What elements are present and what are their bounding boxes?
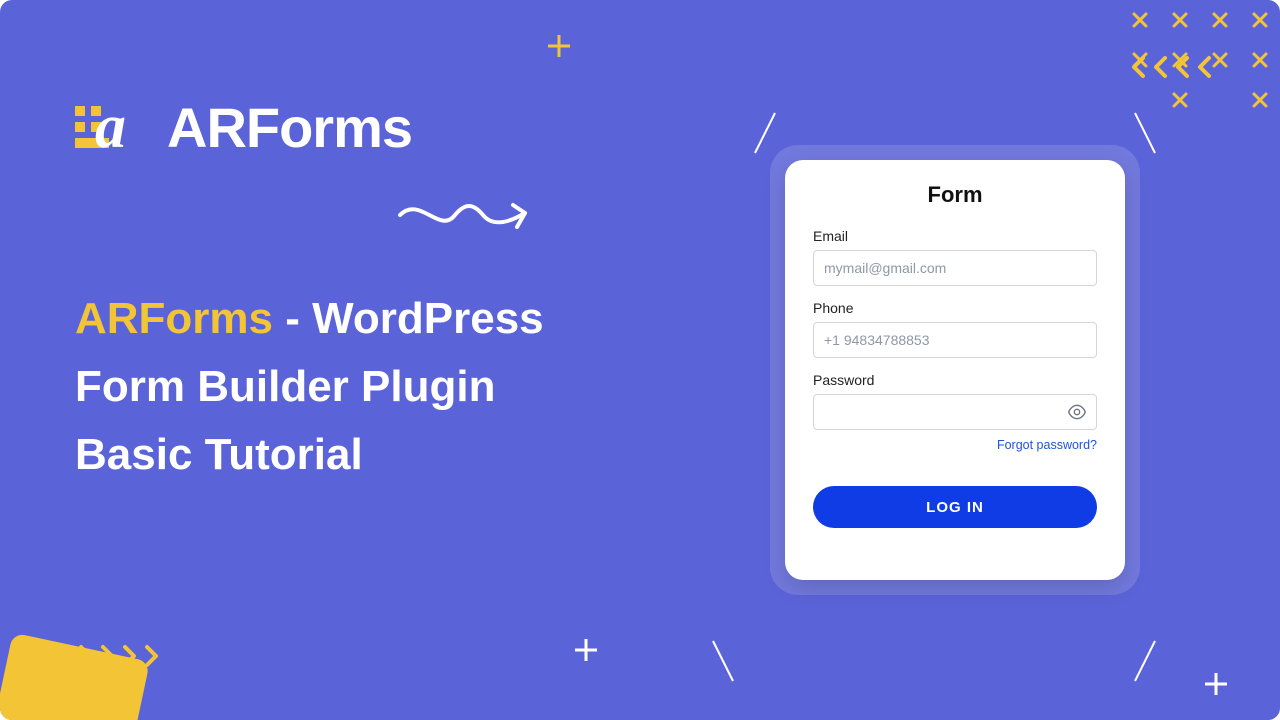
thumbnail-canvas: a ARForms ARForms - WordPress Form Build… bbox=[0, 0, 1280, 720]
email-field[interactable] bbox=[813, 250, 1097, 286]
plus-icon bbox=[545, 32, 573, 60]
forgot-password-link[interactable]: Forgot password? bbox=[997, 438, 1097, 452]
eye-icon bbox=[1067, 402, 1087, 422]
toggle-password-button[interactable] bbox=[1065, 400, 1089, 424]
password-group: Password Forgot password? bbox=[813, 372, 1097, 454]
plus-icon bbox=[572, 636, 600, 664]
heading-line2: Form Builder Plugin bbox=[75, 362, 495, 411]
brand-name: ARForms bbox=[167, 95, 412, 160]
heading-line3: Basic Tutorial bbox=[75, 430, 363, 479]
heading-line1-rest: WordPress bbox=[312, 294, 544, 343]
chevrons-left-icon bbox=[1129, 55, 1215, 79]
slash-icon bbox=[1130, 108, 1160, 158]
phone-group: Phone bbox=[813, 300, 1097, 358]
slash-icon bbox=[1130, 636, 1160, 686]
phone-field[interactable] bbox=[813, 322, 1097, 358]
email-group: Email bbox=[813, 228, 1097, 286]
slash-icon bbox=[750, 108, 780, 158]
plus-icon bbox=[1202, 670, 1230, 698]
form-title: Form bbox=[813, 182, 1097, 208]
arrow-icon bbox=[395, 195, 555, 245]
form-card: Form Email Phone Password Forgot passwor… bbox=[785, 160, 1125, 580]
brand-logo: a ARForms bbox=[75, 95, 412, 160]
phone-label: Phone bbox=[813, 300, 1097, 316]
heading-dash: - bbox=[273, 294, 312, 343]
page-title: ARForms - WordPress Form Builder Plugin … bbox=[75, 285, 615, 490]
form-container: Form Email Phone Password Forgot passwor… bbox=[770, 145, 1140, 595]
password-label: Password bbox=[813, 372, 1097, 388]
slash-icon bbox=[708, 636, 738, 686]
email-label: Email bbox=[813, 228, 1097, 244]
brand-logo-icon: a bbox=[75, 98, 145, 158]
password-field[interactable] bbox=[813, 394, 1097, 430]
login-button[interactable]: LOG IN bbox=[813, 486, 1097, 528]
heading-highlight: ARForms bbox=[75, 294, 273, 343]
